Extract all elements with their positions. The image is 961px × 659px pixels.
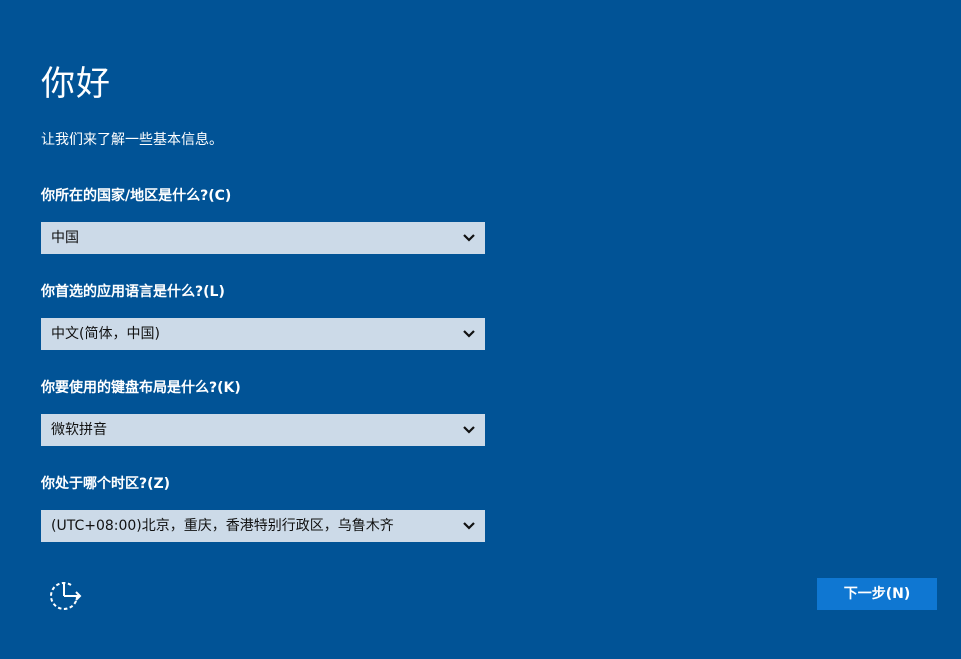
next-button[interactable]: 下一步(N) [817,578,937,610]
keyboard-layout-select[interactable]: 微软拼音 [41,414,485,446]
time-zone-label: 你处于哪个时区?(Z) [41,476,171,492]
page-subtitle: 让我们来了解一些基本信息。 [41,132,223,148]
app-language-select-value: 中文(简体，中国) [51,326,160,342]
chevron-down-icon [463,234,475,242]
time-zone-select[interactable]: (UTC+08:00)北京，重庆，香港特别行政区，乌鲁木齐 [41,510,485,542]
app-language-select[interactable]: 中文(简体，中国) [41,318,485,350]
app-language-label: 你首选的应用语言是什么?(L) [41,284,225,300]
page-title: 你好 [41,64,111,104]
country-label: 你所在的国家/地区是什么?(C) [41,188,232,204]
country-select-value: 中国 [51,230,79,246]
ease-of-access-icon[interactable] [46,577,84,615]
country-select[interactable]: 中国 [41,222,485,254]
time-zone-select-value: (UTC+08:00)北京，重庆，香港特别行政区，乌鲁木齐 [51,518,394,534]
chevron-down-icon [463,426,475,434]
chevron-down-icon [463,330,475,338]
keyboard-layout-label: 你要使用的键盘布局是什么?(K) [41,380,241,396]
chevron-down-icon [463,522,475,530]
keyboard-layout-select-value: 微软拼音 [51,422,107,438]
